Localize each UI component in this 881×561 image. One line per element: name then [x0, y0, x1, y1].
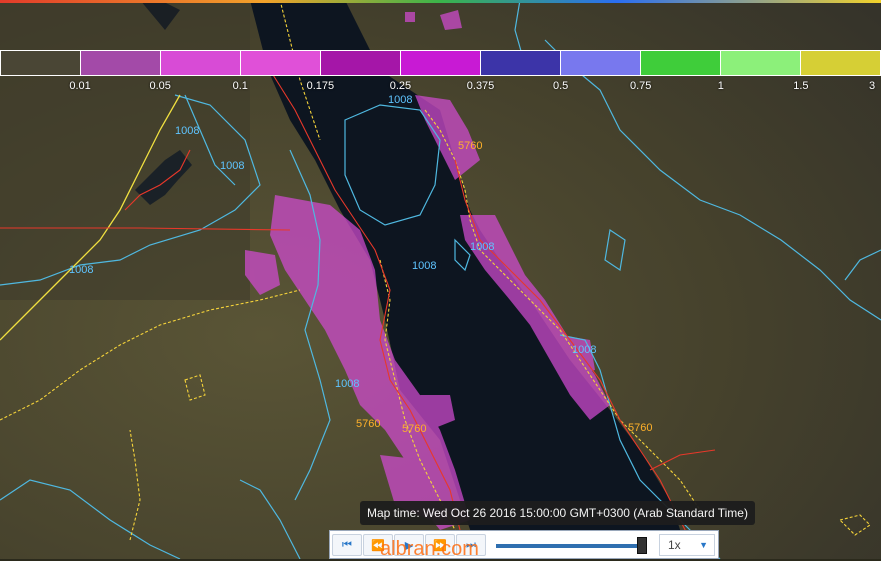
legend-tick-label: 0.75	[630, 80, 652, 92]
map-time-tooltip: Map time: Wed Oct 26 2016 15:00:00 GMT+0…	[360, 501, 755, 525]
height-label: 5760	[356, 418, 380, 430]
legend-tick-label: 0.5	[552, 80, 569, 92]
legend-segment	[1, 51, 81, 75]
legend-tick-label: 0.25	[389, 80, 412, 92]
legend-tick-label: 0.1	[232, 80, 248, 92]
legend-color-bar	[0, 50, 881, 76]
legend-segment	[401, 51, 481, 75]
time-slider-track[interactable]	[496, 544, 646, 548]
height-label: 5760	[628, 422, 652, 434]
precipitation-legend: 0.01 0.05 0.1 0.175 0.25 0.375 0.5 0.75 1 1.5 3	[0, 50, 881, 94]
skip-first-button[interactable]: ⏮	[332, 534, 362, 556]
isobar-label: 1008	[335, 378, 359, 390]
legend-tick-label: 3	[868, 80, 876, 92]
step-forward-icon: ⏩	[433, 539, 447, 552]
legend-segment	[161, 51, 241, 75]
play-icon: ▶	[404, 539, 414, 552]
isobar-label: 1008	[69, 264, 93, 276]
legend-segment	[321, 51, 401, 75]
northwest-land	[0, 0, 250, 300]
speed-value: 1x	[668, 538, 681, 552]
isobar-label: 1008	[412, 260, 436, 272]
legend-segment	[641, 51, 721, 75]
legend-segment	[81, 51, 161, 75]
skip-last-button[interactable]: ⏭	[456, 534, 486, 556]
legend-tick-label: 1	[717, 80, 724, 92]
legend-tick-label: 0.375	[466, 80, 495, 92]
top-color-strip	[0, 0, 881, 3]
time-slider-handle[interactable]	[636, 537, 647, 554]
play-button[interactable]: ▶	[394, 534, 424, 556]
legend-segment	[801, 51, 880, 75]
legend-segment	[721, 51, 801, 75]
chevron-down-icon: ▼	[699, 540, 708, 550]
skip-last-icon: ⏭	[466, 538, 476, 551]
legend-tick-label: 1.5	[793, 80, 809, 92]
legend-tick-label: 0.05	[149, 80, 171, 92]
isobar-label: 1008	[572, 344, 596, 356]
skip-first-icon: ⏮	[342, 538, 352, 551]
isobar-label: 1008	[175, 125, 199, 137]
step-back-icon: ⏪	[371, 539, 385, 552]
isobar-label: 1008	[470, 241, 494, 253]
isobar-label: 1008	[388, 94, 412, 106]
legend-tick-label: 0.175	[306, 80, 335, 92]
step-back-button[interactable]: ⏪	[363, 534, 393, 556]
legend-segment	[481, 51, 561, 75]
playback-controls: ⏮ ⏪ ▶ ⏩ ⏭ 1x ▼	[329, 530, 719, 559]
height-label: 5760	[458, 140, 482, 152]
legend-segment	[561, 51, 641, 75]
legend-segment	[241, 51, 321, 75]
height-label: 5760	[402, 423, 426, 435]
isobar-label: 1008	[220, 160, 244, 172]
speed-select[interactable]: 1x ▼	[659, 534, 715, 556]
legend-tick-label: 0.01	[69, 80, 91, 92]
step-forward-button[interactable]: ⏩	[425, 534, 455, 556]
